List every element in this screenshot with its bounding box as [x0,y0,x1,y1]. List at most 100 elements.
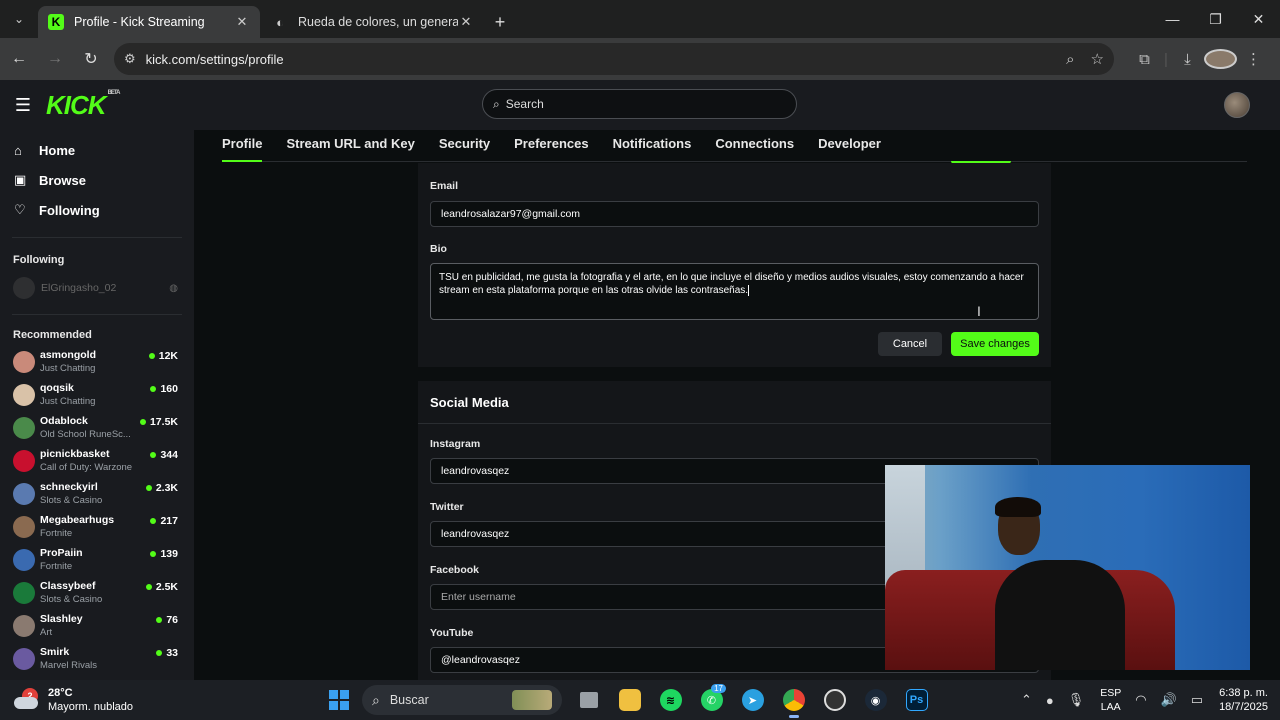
recommended-channel[interactable]: ProPaiin Fortnite 139 [0,543,194,576]
telegram-icon[interactable]: ➤ [732,680,773,720]
extensions-icon[interactable]: ⧉ [1128,51,1161,68]
sidebar-item-following[interactable]: ♡ Following [0,195,194,225]
twitter-label: Twitter [430,501,464,513]
hamburger-menu-icon[interactable]: ☰ [0,95,46,116]
restore-icon[interactable]: ❐ [1194,0,1237,38]
browse-icon: ▣ [14,172,27,187]
viewer-count: 12K [148,350,178,362]
viewer-count: 2.3K [145,482,178,494]
kick-logo[interactable]: KICK BETA [46,89,121,121]
sidebar-item-browse[interactable]: ▣ Browse [0,165,194,195]
social-media-heading: Social Media [430,395,509,410]
system-tray: ⌃ ● 🎙 ESP LAA ◠ 🔊 ▭ 6:38 p. m. 18/7/2025 [1007,680,1268,720]
microphone-icon[interactable]: 🎙 [1068,692,1085,708]
tab-developer[interactable]: Developer [818,130,881,161]
sidebar: ⌂ Home ▣ Browse ♡ Following Following El… [0,130,194,680]
wifi-icon[interactable]: ◠ [1135,692,1146,708]
address-bar: ← → ↻ ⚙ kick.com/settings/profile ⌕ ☆ ⧉ … [0,38,1280,80]
save-changes-button[interactable]: Save changes [951,332,1039,356]
beta-badge: BETA [107,89,121,96]
task-view-icon[interactable] [568,680,609,720]
channel-category: Just Chatting [40,395,96,407]
chrome-icon[interactable] [773,680,814,720]
weather-widget[interactable]: 2 28°C Mayorm. nublado [0,686,300,714]
recommended-channel[interactable]: Odablock Old School RuneSc... 17.5K [0,411,194,444]
volume-icon[interactable]: 🔊 [1161,692,1177,708]
back-icon[interactable]: ← [2,42,36,76]
bookmark-star-icon[interactable]: ☆ [1091,50,1104,68]
site-info-icon[interactable]: ⚙ [124,51,136,67]
tab-stream-url-key[interactable]: Stream URL and Key [286,130,414,161]
taskbar-search[interactable]: ⌕ Buscar [362,685,562,715]
obs-icon[interactable] [814,680,855,720]
chevron-up-icon[interactable]: ⌃ [1021,692,1032,708]
clock[interactable]: 6:38 p. m. 18/7/2025 [1219,686,1268,714]
menu-icon[interactable]: ⋮ [1237,50,1270,68]
steam-icon[interactable]: ◉ [855,680,896,720]
viewer-count: 217 [150,515,178,527]
close-tab-icon[interactable]: ✕ [458,14,474,30]
recommended-channel[interactable]: asmongold Just Chatting 12K [0,345,194,378]
forward-icon[interactable]: → [38,42,72,76]
profile-icon[interactable] [1204,49,1237,69]
new-tab-icon[interactable]: + [486,6,514,38]
tab-kick-profile[interactable]: K Profile - Kick Streaming ✕ [38,6,260,38]
live-dot-icon [156,617,163,623]
user-avatar[interactable] [1224,92,1250,118]
zoom-icon[interactable]: ⌕ [1066,51,1074,68]
tab-search-icon[interactable]: ⌄ [0,0,38,38]
recommended-channel[interactable]: Megabearhugs Fortnite 217 [0,510,194,543]
recommended-channel[interactable]: schneckyirl Slots & Casino 2.3K [0,477,194,510]
minimize-icon[interactable]: — [1151,0,1194,38]
obs-tray-icon[interactable]: ● [1046,693,1054,708]
file-explorer-icon[interactable] [609,680,650,720]
tab-profile[interactable]: Profile [222,130,263,162]
channel-category: Marvel Rivals [40,659,98,671]
sidebar-item-label: Browse [39,172,86,188]
avatar [13,581,35,604]
avatar [13,383,35,406]
language-indicator[interactable]: ESP LAA [1100,686,1121,714]
avatar [13,350,35,373]
recommended-channel[interactable]: Slashley Art 76 [0,609,194,642]
tab-preferences[interactable]: Preferences [514,130,588,161]
whatsapp-icon[interactable]: ✆ 17 [691,680,732,720]
home-icon: ⌂ [14,142,22,158]
followed-channel[interactable]: ElGringasho_02 ◍ [0,274,194,302]
email-field[interactable]: leandrosalazar97@gmail.com [430,201,1039,227]
site-search-input[interactable]: ⌕ Search [482,89,797,119]
channel-category: Art [40,626,53,638]
channel-name: Slashley [40,612,83,625]
tab-color-wheel[interactable]: ◐ Rueda de colores, un generador ✕ [262,6,484,38]
omnibox[interactable]: ⚙ kick.com/settings/profile ⌕ ☆ [114,43,1114,75]
close-tab-icon[interactable]: ✕ [234,14,250,30]
browser-tabbar: ⌄ K Profile - Kick Streaming ✕ ◐ Rueda d… [0,0,1280,38]
sidebar-item-home[interactable]: ⌂ Home [0,135,194,165]
site-header: ☰ KICK BETA ⌕ Search [0,80,1280,130]
recommended-channel[interactable]: Smirk Marvel Rivals 33 [0,642,194,675]
recommended-channel[interactable]: qoqsik Just Chatting 160 [0,378,194,411]
viewer-count: 2.5K [145,581,178,593]
recommended-channel[interactable]: picnickbasket Call of Duty: Warzone 344 [0,444,194,477]
weather-cloud-icon: 2 [14,688,44,712]
recommended-channel[interactable]: Classybeef Slots & Casino 2.5K [0,576,194,609]
reload-icon[interactable]: ↻ [74,42,108,76]
text-caret [748,284,750,296]
tab-notifications[interactable]: Notifications [613,130,692,161]
spotify-icon[interactable]: ≋ [650,680,691,720]
url-text[interactable]: kick.com/settings/profile [146,52,1050,67]
battery-icon[interactable]: ▭ [1191,692,1203,708]
tab-connections[interactable]: Connections [715,130,794,161]
tab-security[interactable]: Security [439,130,490,161]
bio-textarea[interactable]: TSU en publicidad, me gusta la fotografi… [430,263,1039,320]
avatar [13,515,35,538]
close-window-icon[interactable]: ✕ [1237,0,1280,38]
cancel-button[interactable]: Cancel [878,332,942,356]
viewer-count: 17.5K [139,416,178,428]
channel-category: Fortnite [40,560,73,572]
weather-condition: Mayorm. nublado [48,701,133,713]
photoshop-icon[interactable]: Ps [896,680,937,720]
download-icon[interactable]: ⤓ [1171,51,1204,68]
windows-start-icon[interactable] [326,687,352,713]
facebook-label: Facebook [430,564,480,576]
